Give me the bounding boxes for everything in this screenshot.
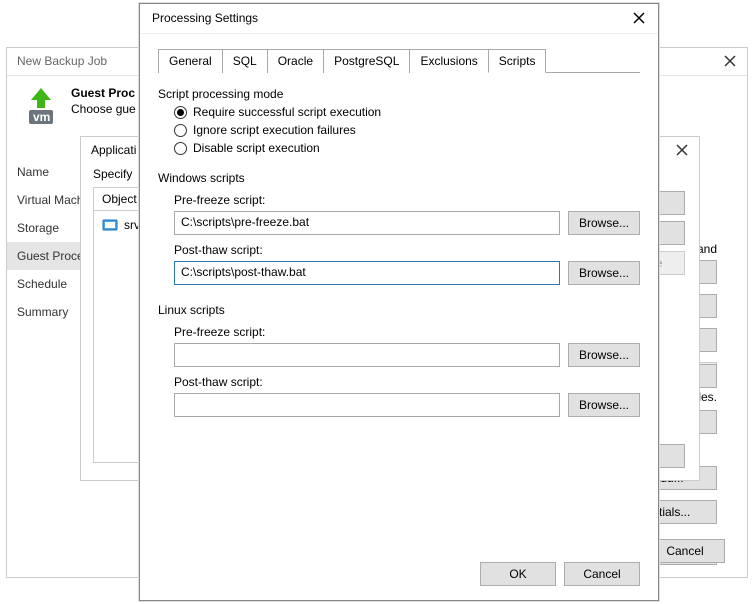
group-title: Windows scripts	[158, 171, 640, 185]
radio-label: Ignore script execution failures	[193, 123, 356, 137]
tab-postgresql[interactable]: PostgreSQL	[323, 49, 410, 73]
tab-sql[interactable]: SQL	[222, 49, 268, 73]
radio-icon	[174, 124, 187, 137]
linux-scripts-group: Linux scripts Pre-freeze script: Browse.…	[158, 303, 640, 417]
radio-icon	[174, 142, 187, 155]
tab-general[interactable]: General	[158, 49, 223, 73]
ok-button[interactable]: OK	[480, 562, 556, 586]
close-icon[interactable]	[723, 54, 739, 70]
tab-oracle[interactable]: Oracle	[267, 49, 324, 73]
cancel-button[interactable]: Cancel	[564, 562, 640, 586]
linux-post-thaw-input[interactable]	[174, 393, 560, 417]
guest-processing-icon: vm	[21, 86, 61, 126]
pre-freeze-label: Pre-freeze script:	[174, 193, 640, 207]
svg-text:vm: vm	[33, 110, 50, 124]
pre-freeze-label: Pre-freeze script:	[174, 325, 640, 339]
radio-require-success[interactable]: Require successful script execution	[174, 103, 640, 121]
browse-button[interactable]: Browse...	[568, 261, 640, 285]
radio-icon	[174, 106, 187, 119]
dialog-title: Processing Settings	[152, 11, 258, 25]
processing-settings-dialog: Processing Settings General SQL Oracle P…	[139, 3, 659, 601]
wizard-subheading: Choose gue	[71, 102, 136, 116]
linux-pre-freeze-input[interactable]	[174, 343, 560, 367]
wizard-title-text: New Backup Job	[17, 54, 107, 68]
close-icon[interactable]	[632, 11, 648, 27]
vm-icon	[102, 217, 118, 233]
browse-button[interactable]: Browse...	[568, 211, 640, 235]
processing-settings-titlebar: Processing Settings	[140, 4, 658, 34]
radio-ignore-failures[interactable]: Ignore script execution failures	[174, 121, 640, 139]
windows-scripts-group: Windows scripts Pre-freeze script: C:\sc…	[158, 171, 640, 285]
tab-exclusions[interactable]: Exclusions	[409, 49, 488, 73]
tab-scripts[interactable]: Scripts	[488, 49, 547, 73]
browse-button[interactable]: Browse...	[568, 393, 640, 417]
script-processing-mode-group: Script processing mode Require successfu…	[158, 87, 640, 157]
close-icon[interactable]	[675, 143, 691, 159]
group-title: Linux scripts	[158, 303, 640, 317]
wizard-heading: Guest Proc	[71, 86, 136, 100]
radio-disable[interactable]: Disable script execution	[174, 139, 640, 157]
post-thaw-label: Post-thaw script:	[174, 243, 640, 257]
windows-pre-freeze-input[interactable]: C:\scripts\pre-freeze.bat	[174, 211, 560, 235]
browse-button[interactable]: Browse...	[568, 343, 640, 367]
tab-strip: General SQL Oracle PostgreSQL Exclusions…	[158, 48, 640, 73]
post-thaw-label: Post-thaw script:	[174, 375, 640, 389]
radio-label: Disable script execution	[193, 141, 320, 155]
application-title-text: Applicati	[91, 143, 136, 157]
group-title: Script processing mode	[158, 87, 640, 101]
list-item-label: srv	[124, 218, 140, 232]
windows-post-thaw-input[interactable]: C:\scripts\post-thaw.bat	[174, 261, 560, 285]
radio-label: Require successful script execution	[193, 105, 381, 119]
